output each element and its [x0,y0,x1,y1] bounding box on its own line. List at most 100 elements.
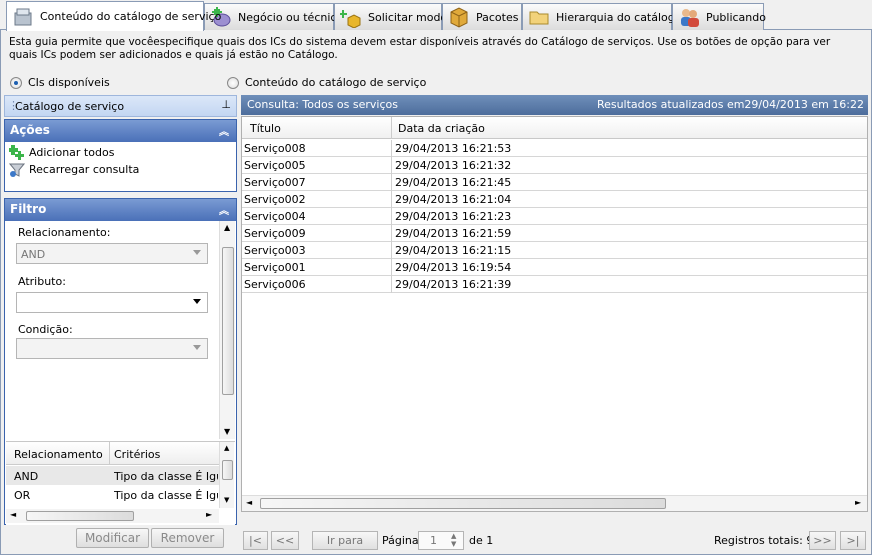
column-divider [391,225,392,242]
results-horizontal-scrollbar[interactable]: ◄ ► [242,495,867,511]
tab-packages[interactable]: Pacotes [442,3,522,30]
tab-label: Conteúdo do catálogo de serviço [40,10,222,23]
table-row[interactable]: Serviço004 29/04/2013 16:21:23 [242,208,867,225]
next-page-button[interactable]: >> [809,531,836,550]
table-row[interactable]: Serviço002 29/04/2013 16:21:04 [242,191,867,208]
modify-button[interactable]: Modificar [76,528,149,548]
scroll-left-icon[interactable]: ◄ [246,498,252,507]
results-grid: Título Data da criação Serviço008 29/04/2… [241,116,868,512]
tab-request-mode[interactable]: Solicitar modo [334,3,447,30]
tab-business-technical[interactable]: Negócio ou técnico [204,3,343,30]
relationship-value: AND [21,248,46,261]
tab-label: Publicando [706,10,766,24]
title-cell: Serviço003 [244,244,306,257]
tab-catalog-hierarchy[interactable]: Hierarquia do catálogo [522,3,682,30]
criteria-row[interactable]: AND Tipo da classe É Igu [6,466,219,485]
scroll-down-icon[interactable]: ▼ [224,496,229,504]
title-cell: Serviço007 [244,176,306,189]
tab-publishing[interactable]: Publicando [672,3,766,30]
action-label: Recarregar consulta [29,163,140,176]
table-row[interactable]: Serviço007 29/04/2013 16:21:45 [242,174,867,191]
created-date-cell: 29/04/2013 16:21:04 [395,193,512,206]
radio-label: Conteúdo do catálogo de serviço [245,76,427,89]
filter-group-header[interactable]: Filtro ︽ [5,199,236,221]
radio-circle[interactable] [10,76,22,89]
column-divider [109,442,110,465]
table-row[interactable]: Serviço006 29/04/2013 16:21:39 [242,276,867,293]
column-divider [391,140,392,157]
scroll-up-icon[interactable]: ▲ [224,223,230,232]
condition-dropdown[interactable] [16,338,208,359]
first-page-button[interactable]: |< [243,531,268,550]
created-date-cell: 29/04/2013 16:21:53 [395,142,512,155]
criteria-cell: Tipo da classe É Igu [114,489,218,502]
criteria-vertical-scrollbar[interactable]: ▲ ▼ [219,442,234,508]
go-to-button[interactable]: Ir para [312,531,378,550]
scroll-thumb[interactable] [222,460,233,480]
chevron-down-icon [193,299,201,304]
previous-page-button[interactable]: << [271,531,299,550]
title-cell: Serviço009 [244,227,306,240]
page-number-stepper[interactable]: 1 ▲ ▼ [418,531,464,550]
created-date-cell: 29/04/2013 16:21:45 [395,176,512,189]
users-icon [678,6,700,28]
created-date-cell: 29/04/2013 16:21:23 [395,210,512,223]
filter-vertical-scrollbar[interactable]: ▲ ▼ [219,221,235,439]
action-label: Adicionar todos [29,146,115,159]
page-label: Página [382,534,419,547]
tab-label: Negócio ou técnico [238,10,344,24]
scroll-thumb[interactable] [260,498,666,509]
criteria-horizontal-scrollbar[interactable]: ◄ ► [6,509,219,523]
collapse-chevron-icon[interactable]: ︽ [219,202,229,217]
criteria-row[interactable]: OR Tipo da classe É Igu [6,486,219,505]
title-cell: Serviço006 [244,278,306,291]
results-grid-header: Título Data da criação [242,117,867,139]
radio-available-cis[interactable]: CIs disponíveis [10,76,110,89]
radio-circle[interactable] [227,76,239,89]
collapse-chevron-icon[interactable]: ︽ [219,123,229,138]
scroll-left-icon[interactable]: ◄ [10,510,16,519]
actions-group: Ações ︽ Adicionar todos Recarregar consu… [4,119,237,192]
column-header-created[interactable]: Data da criação [398,122,485,135]
radio-catalog-content[interactable]: Conteúdo do catálogo de serviço [227,76,426,89]
criteria-col-criteria[interactable]: Critérios [114,448,160,461]
tab-label: Hierarquia do catálogo [556,10,682,24]
table-row[interactable]: Serviço009 29/04/2013 16:21:59 [242,225,867,242]
scroll-down-icon[interactable]: ▼ [224,427,230,436]
stepper-up-icon[interactable]: ▲ [451,532,456,540]
stepper-down-icon[interactable]: ▼ [451,540,456,548]
add-all-action[interactable]: Adicionar todos [5,144,236,161]
table-row[interactable]: Serviço003 29/04/2013 16:21:15 [242,242,867,259]
table-row[interactable]: Serviço005 29/04/2013 16:21:32 [242,157,867,174]
page-number-value: 1 [430,534,437,547]
scroll-thumb[interactable] [222,247,234,395]
title-cell: Serviço002 [244,193,306,206]
created-date-cell: 29/04/2013 16:21:59 [395,227,512,240]
column-divider [391,157,392,174]
title-cell: Serviço001 [244,261,306,274]
reload-query-action[interactable]: Recarregar consulta [5,161,236,178]
created-date-cell: 29/04/2013 16:21:15 [395,244,512,257]
criteria-col-relationship[interactable]: Relacionamento [14,448,103,461]
filter-group-title: Filtro [10,202,47,216]
pin-icon[interactable]: ⊥ [221,98,231,111]
scroll-right-icon[interactable]: ► [206,510,212,519]
last-page-button[interactable]: >| [840,531,866,550]
scroll-up-icon[interactable]: ▲ [224,444,229,452]
attribute-dropdown[interactable] [16,292,208,313]
scroll-right-icon[interactable]: ► [855,498,861,507]
table-row[interactable]: Serviço008 29/04/2013 16:21:53 [242,140,867,157]
column-header-title[interactable]: Título [250,122,281,135]
catalog-pane-title: Catálogo de serviço [15,100,125,113]
actions-group-header[interactable]: Ações ︽ [5,120,236,142]
actions-group-title: Ações [10,123,50,137]
tab-label: Solicitar modo [368,10,448,24]
catalog-pane-header: ⋮ Catálogo de serviço ⊥ [4,95,237,117]
drag-grip-icon[interactable]: ⋮ [8,99,19,112]
tab-catalog-content[interactable]: Conteúdo do catálogo de serviço [6,1,221,31]
scroll-thumb[interactable] [26,511,134,521]
relationship-dropdown[interactable]: AND [16,243,208,264]
remove-button[interactable]: Remover [151,528,224,548]
table-row[interactable]: Serviço001 29/04/2013 16:19:54 [242,259,867,276]
criteria-cell: OR [14,489,31,502]
